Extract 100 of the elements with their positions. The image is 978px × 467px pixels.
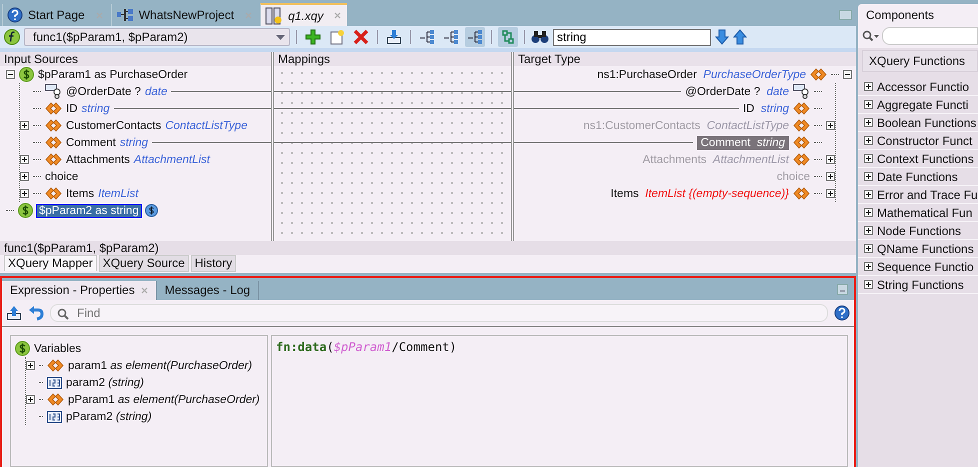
function-category[interactable]: Constructor Funct xyxy=(877,134,972,148)
function-dropdown[interactable]: func1($pParam1, $pParam2) xyxy=(24,28,290,46)
function-category[interactable]: Sequence Functio xyxy=(877,260,974,274)
view-tab[interactable]: XQuery Source xyxy=(98,255,189,272)
element-icon xyxy=(793,136,810,149)
variable-item[interactable]: param1 as element(PurchaseOrder) xyxy=(68,360,252,372)
category-dropdown[interactable]: XQuery Functions xyxy=(862,50,978,72)
toolbar-button[interactable] xyxy=(417,27,437,47)
expand-icon[interactable] xyxy=(864,82,873,91)
expand-icon[interactable] xyxy=(864,244,873,253)
minimize-icon[interactable] xyxy=(837,284,848,295)
expand-icon[interactable] xyxy=(864,100,873,109)
function-category[interactable]: Error and Trace Fu xyxy=(877,188,978,202)
element-icon xyxy=(47,393,64,406)
node-type: ContactListType xyxy=(165,120,248,132)
function-category[interactable]: Accessor Functio xyxy=(877,80,970,94)
element-icon xyxy=(47,359,64,372)
link-icon xyxy=(500,29,516,45)
node-type: string xyxy=(120,136,148,148)
collapse-icon[interactable] xyxy=(6,70,15,79)
search-field[interactable] xyxy=(882,27,978,45)
expand-icon[interactable] xyxy=(864,154,873,163)
expand-icon[interactable] xyxy=(20,121,29,130)
variable-icon xyxy=(19,67,34,82)
arrow-up-icon[interactable] xyxy=(733,29,747,45)
toolbar-button[interactable] xyxy=(441,27,461,47)
source-node[interactable]: Comment xyxy=(66,136,116,148)
toolbar-button[interactable] xyxy=(465,27,485,47)
column-header: Input Sources xyxy=(0,52,271,66)
function-category[interactable]: Mathematical Fun xyxy=(877,206,972,220)
expand-icon[interactable] xyxy=(864,262,873,271)
element-icon xyxy=(45,119,62,132)
function-category[interactable]: Node Functions xyxy=(877,224,962,238)
expand-icon[interactable] xyxy=(826,121,835,130)
column-header: Mappings xyxy=(274,52,511,66)
function-category[interactable]: QName Functions xyxy=(877,242,974,256)
function-category[interactable]: Boolean Functions xyxy=(877,116,976,130)
search-icon[interactable] xyxy=(862,30,880,42)
variable-icon xyxy=(18,203,33,218)
function-category[interactable]: String Functions xyxy=(877,278,964,292)
source-node[interactable]: Attachments xyxy=(66,154,130,166)
target-node[interactable]: Items ItemList {(empty-sequence)} xyxy=(610,188,789,200)
source-node[interactable]: $pParam2 as string xyxy=(37,204,141,216)
element-icon xyxy=(45,187,62,200)
variable-item[interactable]: pParam1 as element(PurchaseOrder) xyxy=(68,394,260,406)
expand-icon[interactable] xyxy=(864,208,873,217)
source-node[interactable]: ID xyxy=(66,102,78,114)
expand-icon[interactable] xyxy=(864,118,873,127)
expand-icon[interactable] xyxy=(26,395,35,404)
toolbar-button[interactable] xyxy=(303,27,323,47)
new-document-icon xyxy=(329,29,345,45)
function-category[interactable]: Aggregate Functi xyxy=(877,98,968,112)
function-category[interactable]: Date Functions xyxy=(877,170,958,184)
variable-item[interactable]: pParam2 (string) xyxy=(66,410,152,422)
source-node[interactable]: @OrderDate ? xyxy=(66,86,141,98)
expand-icon[interactable] xyxy=(864,190,873,199)
expand-icon[interactable] xyxy=(864,226,873,235)
expand-icon[interactable] xyxy=(826,172,835,181)
expand-icon[interactable] xyxy=(864,280,873,289)
view-tab[interactable]: XQuery Mapper xyxy=(4,255,97,271)
toolbar-button[interactable] xyxy=(384,27,404,47)
variable-item[interactable]: param2 (string) xyxy=(66,376,144,388)
collapse-icon[interactable] xyxy=(843,70,852,79)
expand-icon[interactable] xyxy=(26,361,35,370)
target-node[interactable]: ID string xyxy=(742,102,789,114)
project-icon xyxy=(116,8,134,22)
source-node[interactable]: CustomerContacts xyxy=(66,120,162,132)
expand-icon[interactable] xyxy=(20,172,29,181)
element-icon xyxy=(793,187,810,200)
target-node[interactable]: Comment string xyxy=(696,136,789,150)
function-icon xyxy=(4,29,20,45)
expand-icon[interactable] xyxy=(826,155,835,164)
expand-icon[interactable] xyxy=(20,155,29,164)
undo-icon[interactable] xyxy=(28,305,44,321)
help-icon[interactable] xyxy=(834,305,850,321)
expand-icon[interactable] xyxy=(864,136,873,145)
view-tab[interactable]: History xyxy=(190,255,236,272)
search-field[interactable]: string xyxy=(553,28,711,46)
element-icon xyxy=(793,102,810,115)
arrow-down-icon[interactable] xyxy=(715,29,729,45)
binoculars-icon[interactable] xyxy=(531,30,549,44)
target-node[interactable]: @OrderDate ? date xyxy=(685,86,789,98)
panel-tab[interactable]: Expression - Properties xyxy=(2,281,157,300)
source-node[interactable]: choice xyxy=(45,170,78,182)
tree-item[interactable]: Variables xyxy=(34,342,82,354)
upload-icon[interactable] xyxy=(6,305,22,321)
expression-code[interactable]: fn:data($pParam1/Comment) xyxy=(276,340,457,354)
expand-icon[interactable] xyxy=(864,172,873,181)
find-field[interactable]: Find xyxy=(50,304,828,322)
node-type: AttachmentList xyxy=(134,154,210,166)
editor-tab[interactable]: q1.xqy xyxy=(260,3,348,26)
target-node[interactable]: ns1:PurchaseOrder PurchaseOrderType xyxy=(597,68,806,80)
expand-icon[interactable] xyxy=(20,189,29,198)
element-icon xyxy=(793,153,810,166)
column-header: Target Type xyxy=(514,52,856,66)
source-node[interactable]: $pParam1 as PurchaseOrder xyxy=(38,68,188,80)
function-category[interactable]: Context Functions xyxy=(877,152,974,166)
expand-icon[interactable] xyxy=(826,189,835,198)
source-node[interactable]: Items xyxy=(66,188,94,200)
delete-icon xyxy=(353,29,369,45)
